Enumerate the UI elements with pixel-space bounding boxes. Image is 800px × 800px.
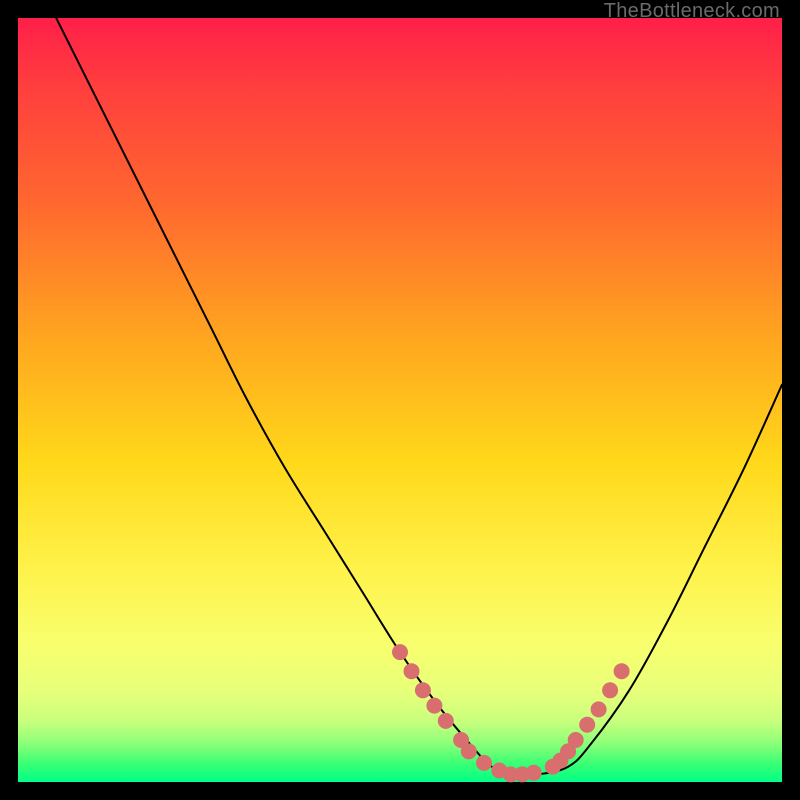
marker-dot bbox=[392, 644, 408, 660]
marker-dot bbox=[526, 765, 542, 781]
marker-dot bbox=[476, 755, 492, 771]
plot-area bbox=[18, 18, 782, 782]
curve-svg bbox=[18, 18, 782, 782]
marker-dot bbox=[415, 682, 431, 698]
bottleneck-curve bbox=[56, 18, 782, 775]
marker-dot bbox=[614, 663, 630, 679]
marker-dot bbox=[404, 663, 420, 679]
marker-dots-group bbox=[392, 644, 630, 782]
marker-dot bbox=[438, 713, 454, 729]
marker-dot bbox=[591, 701, 607, 717]
marker-dot bbox=[579, 717, 595, 733]
marker-dot bbox=[602, 682, 618, 698]
chart-frame: TheBottleneck.com bbox=[0, 0, 800, 800]
marker-dot bbox=[426, 698, 442, 714]
marker-dot bbox=[568, 732, 584, 748]
marker-dot bbox=[461, 743, 477, 759]
